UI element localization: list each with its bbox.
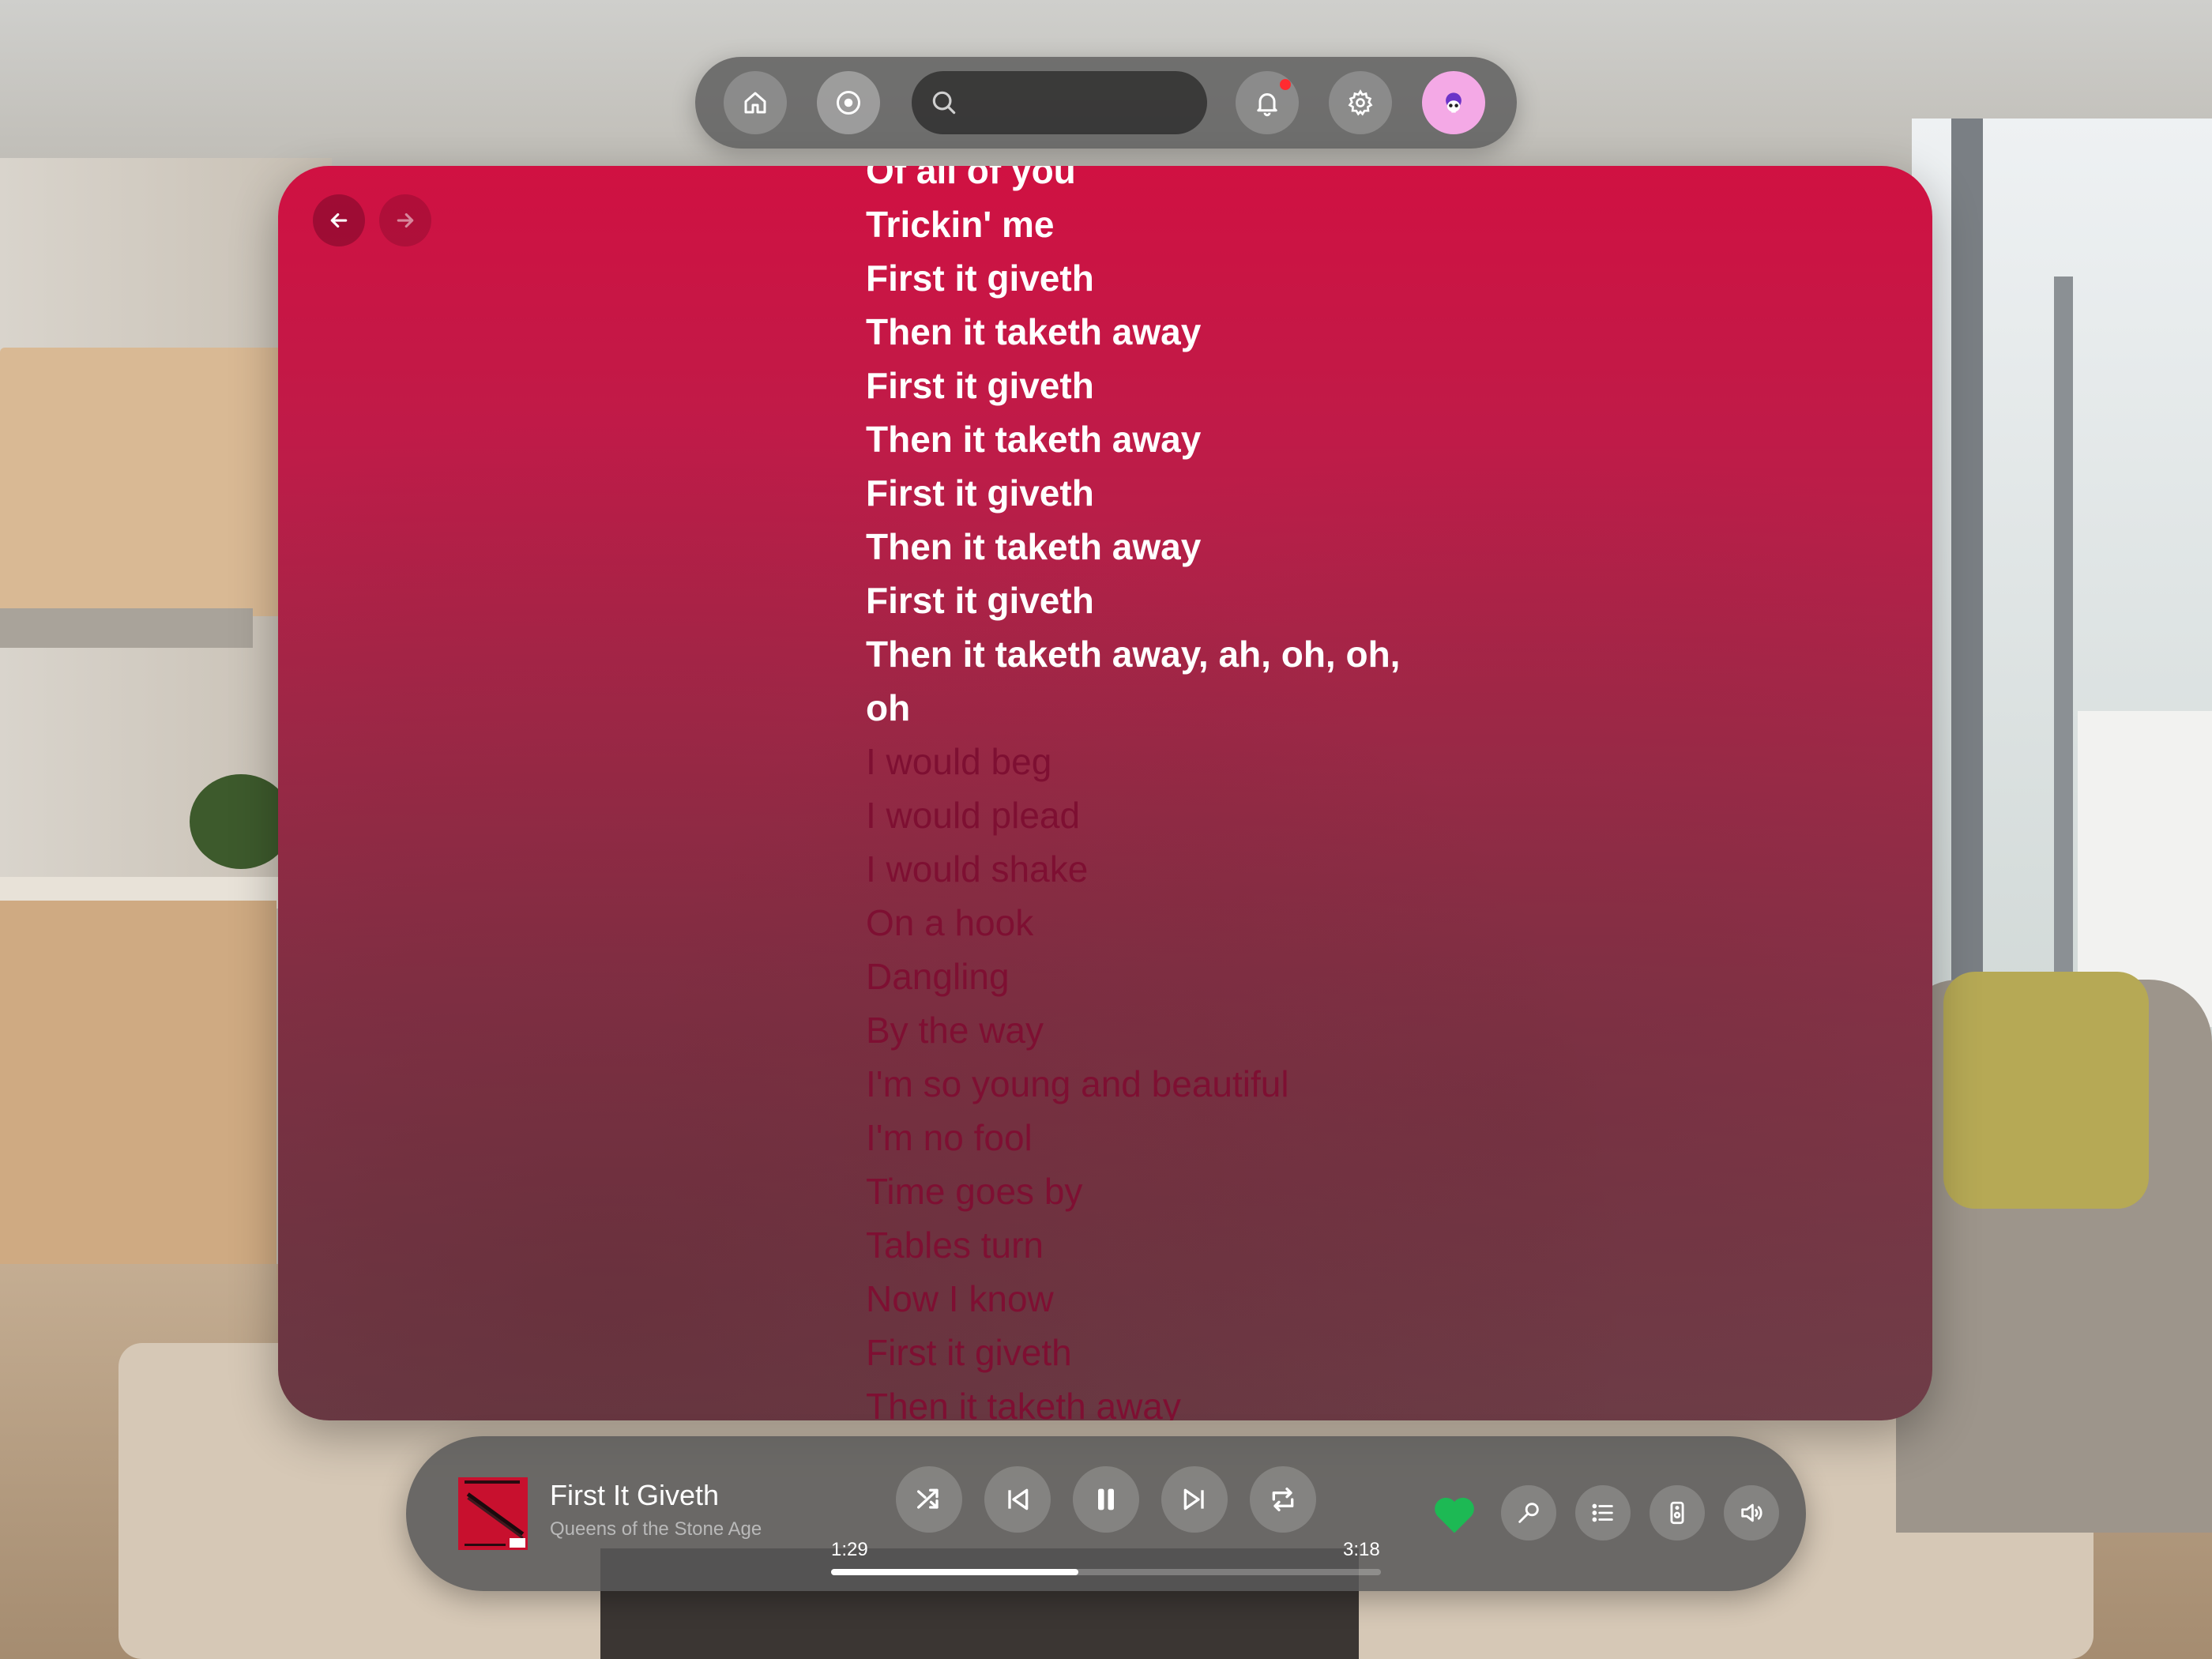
notification-dot xyxy=(1280,79,1291,90)
lyric-line[interactable]: Then it taketh away, ah, oh, oh, xyxy=(866,627,1400,681)
repeat-button[interactable] xyxy=(1250,1466,1316,1533)
lyric-line[interactable]: oh xyxy=(866,681,1400,735)
track-artist[interactable]: Queens of the Stone Age xyxy=(550,1518,762,1540)
lyric-line[interactable]: I would plead xyxy=(866,788,1400,842)
user-avatar-button[interactable] xyxy=(1422,71,1485,134)
volume-button[interactable] xyxy=(1724,1485,1779,1540)
lyric-line[interactable]: Of all of you xyxy=(866,166,1400,198)
album-cover[interactable] xyxy=(458,1477,528,1550)
previous-button[interactable] xyxy=(984,1466,1051,1533)
like-button[interactable] xyxy=(1427,1485,1482,1540)
lyric-line[interactable]: Then it taketh away xyxy=(866,412,1400,466)
avatar xyxy=(1446,92,1462,113)
lyric-line[interactable]: Time goes by xyxy=(866,1164,1400,1218)
microphone-icon xyxy=(1518,1503,1539,1523)
shuffle-icon xyxy=(917,1488,939,1509)
arrow-left-icon xyxy=(330,213,348,228)
player-bar: First It Giveth Queens of the Stone Age … xyxy=(406,1436,1806,1591)
progress-bar[interactable] xyxy=(831,1569,1381,1575)
lyric-line[interactable]: First it giveth xyxy=(866,574,1400,627)
lyric-line[interactable]: Tables turn xyxy=(866,1218,1400,1272)
home-icon xyxy=(744,92,766,114)
lyric-line[interactable]: Trickin' me xyxy=(866,198,1400,251)
total-time: 3:18 xyxy=(1343,1539,1380,1560)
progress-fill xyxy=(831,1569,1079,1575)
lyrics-panel: Of all of you Trickin' me First it givet… xyxy=(278,166,1932,1420)
shuffle-button[interactable] xyxy=(896,1466,962,1533)
heart-icon xyxy=(1435,1497,1474,1533)
pause-button[interactable] xyxy=(1073,1466,1139,1533)
home-button[interactable] xyxy=(724,71,787,134)
lyric-line[interactable]: Dangling xyxy=(866,950,1400,1003)
search-bar[interactable] xyxy=(912,71,1207,134)
gear-icon xyxy=(1348,89,1373,116)
lyric-line[interactable]: I'm so young and beautiful xyxy=(866,1057,1400,1111)
search-input[interactable] xyxy=(969,89,1193,116)
back-button[interactable] xyxy=(313,194,365,246)
lyric-line[interactable]: By the way xyxy=(866,1003,1400,1057)
forward-button[interactable] xyxy=(379,194,431,246)
lyric-line[interactable]: First it giveth xyxy=(866,466,1400,520)
arrow-right-icon xyxy=(397,213,414,228)
lyric-line[interactable]: Then it taketh away xyxy=(866,1379,1400,1420)
top-toolbar xyxy=(695,57,1517,149)
lyric-line[interactable]: First it giveth xyxy=(866,251,1400,305)
music-disc-icon xyxy=(837,91,860,115)
device-button[interactable] xyxy=(1650,1485,1705,1540)
lyric-line[interactable]: On a hook xyxy=(866,896,1400,950)
lyric-line[interactable]: First it giveth xyxy=(866,1326,1400,1379)
now-playing-button[interactable] xyxy=(817,71,880,134)
lyric-line[interactable]: Now I know xyxy=(866,1272,1400,1326)
volume-icon xyxy=(1741,1503,1762,1522)
search-icon xyxy=(932,91,956,115)
queue-icon xyxy=(1592,1503,1613,1522)
settings-button[interactable] xyxy=(1329,71,1392,134)
bell-icon xyxy=(1257,93,1277,117)
lyric-line[interactable]: I would shake xyxy=(866,842,1400,896)
lyric-line[interactable]: I would beg xyxy=(866,735,1400,788)
lyric-line[interactable]: I'm no fool xyxy=(866,1111,1400,1164)
pause-icon xyxy=(1098,1488,1114,1510)
lyrics-list: Of all of you Trickin' me First it givet… xyxy=(866,166,1400,1420)
previous-icon xyxy=(1008,1488,1029,1510)
track-title[interactable]: First It Giveth xyxy=(550,1479,719,1512)
next-button[interactable] xyxy=(1161,1466,1228,1533)
notifications-button[interactable] xyxy=(1236,71,1299,134)
lyrics-button[interactable] xyxy=(1501,1485,1556,1540)
lyric-line[interactable]: Then it taketh away xyxy=(866,305,1400,359)
device-icon xyxy=(1670,1501,1684,1525)
lyric-line[interactable]: First it giveth xyxy=(866,359,1400,412)
current-time: 1:29 xyxy=(831,1539,868,1560)
queue-button[interactable] xyxy=(1575,1485,1631,1540)
repeat-icon xyxy=(1272,1488,1294,1511)
lyric-line[interactable]: Then it taketh away xyxy=(866,520,1400,574)
next-icon xyxy=(1183,1488,1204,1510)
